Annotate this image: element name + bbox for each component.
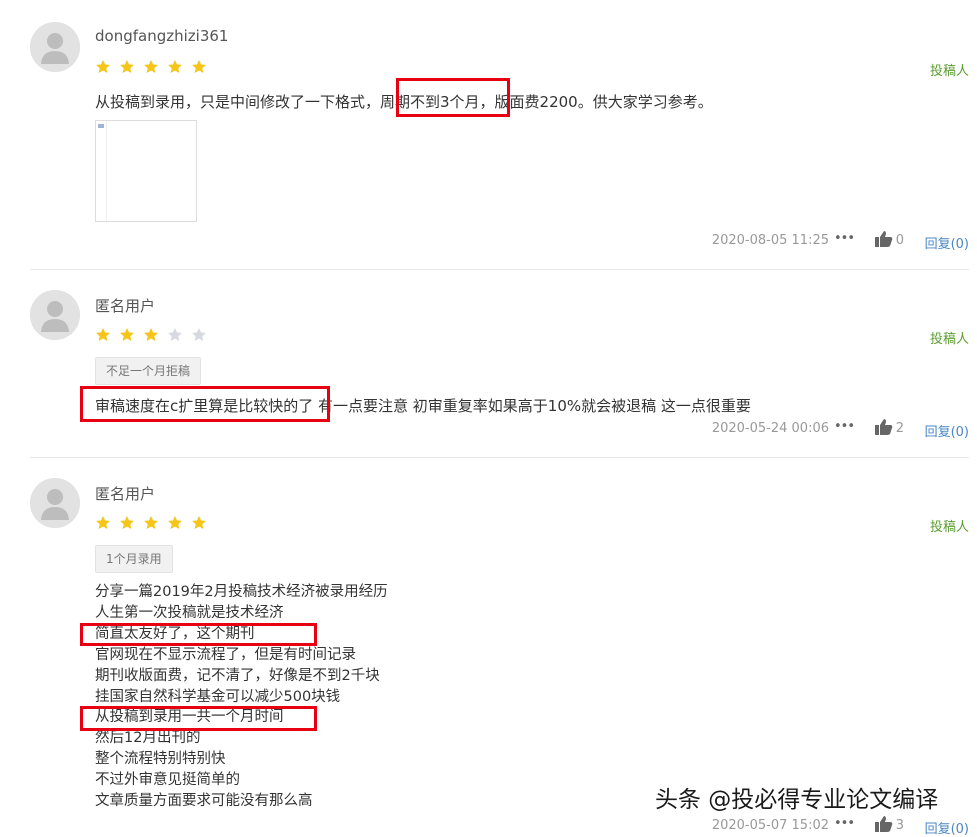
star-icon: [120, 516, 134, 529]
author-tag: 投稿人: [929, 520, 969, 535]
author-tag: 投稿人: [929, 64, 969, 79]
author-tag: 投稿人: [929, 332, 969, 347]
divider: [30, 457, 969, 458]
star-icon: [96, 60, 110, 73]
timestamp: 2020-08-05 11:25: [711, 233, 829, 248]
star-rating: [95, 515, 207, 531]
star-icon: [120, 60, 134, 73]
divider: [30, 269, 969, 270]
thumbs-up-icon[interactable]: [875, 418, 893, 436]
reply-link[interactable]: 回复(0): [925, 818, 969, 837]
avatar-icon[interactable]: [30, 290, 80, 340]
review-meta: 2020-05-24 00:06 ••• 2 回复(0): [0, 418, 969, 440]
star-rating: [95, 59, 207, 75]
content-line: 从投稿到录用一共一个月时间: [95, 709, 284, 726]
more-dots-icon[interactable]: •••: [834, 231, 855, 246]
star-icon: [192, 328, 206, 341]
watermark: 头条 @投必得专业论文编译: [655, 787, 939, 813]
content-line: 官网现在不显示流程了，但是有时间记录: [95, 646, 356, 663]
timestamp: 2020-05-07 15:02: [711, 818, 829, 833]
star-icon: [144, 60, 158, 73]
content-line: 整个流程特别特别快: [95, 751, 226, 768]
username[interactable]: dongfangzhizi361: [95, 27, 228, 45]
star-icon: [144, 516, 158, 529]
content-line: 不过外审意见挺简单的: [95, 772, 240, 789]
thumbs-up-icon[interactable]: [875, 815, 893, 833]
more-dots-icon[interactable]: •••: [834, 419, 855, 434]
content-line: 挂国家自然科学基金可以减少500块钱: [95, 688, 341, 705]
review-content: 分享一篇2019年2月投稿技术经济被录用经历 人生第一次投稿就是技术经济 简直太…: [95, 582, 388, 812]
content-line: 人生第一次投稿就是技术经济: [95, 604, 284, 621]
like-count: 0: [895, 233, 904, 248]
like-count: 3: [895, 818, 904, 833]
username[interactable]: 匿名用户: [95, 295, 155, 316]
review-meta: 2020-08-05 11:25 ••• 0 回复(0): [0, 230, 969, 252]
review-content: 从投稿到录用，只是中间修改了一下格式，周期不到3个月，版面费2200。供大家学习…: [95, 93, 713, 111]
like-count: 2: [895, 421, 904, 436]
star-icon: [168, 516, 182, 529]
review-content: 审稿速度在c扩里算是比较快的了 有一点要注意 初审重复率如果高于10%就会被退稿…: [95, 397, 751, 415]
reply-link[interactable]: 回复(0): [925, 421, 969, 440]
star-icon: [192, 516, 206, 529]
content-line: 然后12月出刊的: [95, 730, 201, 747]
star-rating: [95, 327, 207, 343]
avatar-icon[interactable]: [30, 22, 80, 72]
avatar-icon[interactable]: [30, 478, 80, 528]
content-line: 文章质量方面要求可能没有那么高: [95, 793, 313, 810]
star-icon: [96, 516, 110, 529]
review-tag: 不足一个月拒稿: [95, 357, 202, 385]
username[interactable]: 匿名用户: [95, 483, 155, 504]
content-line: 分享一篇2019年2月投稿技术经济被录用经历: [95, 584, 388, 600]
review-meta: 2020-05-07 15:02 ••• 3 回复(0): [0, 815, 969, 837]
star-icon: [96, 328, 110, 341]
star-icon: [168, 328, 182, 341]
star-icon: [144, 328, 158, 341]
star-icon: [192, 60, 206, 73]
content-line: 期刊收版面费，记不清了，好像是不到2千块: [95, 667, 380, 684]
thumbs-up-icon[interactable]: [875, 230, 893, 248]
timestamp: 2020-05-24 00:06: [711, 421, 829, 436]
star-icon: [168, 60, 182, 73]
content-line: 简直太友好了，这个期刊: [95, 625, 255, 642]
reply-link[interactable]: 回复(0): [925, 233, 969, 252]
attachment-thumbnail[interactable]: [95, 120, 197, 222]
review-tag: 1个月录用: [95, 545, 173, 573]
star-icon: [120, 328, 134, 341]
